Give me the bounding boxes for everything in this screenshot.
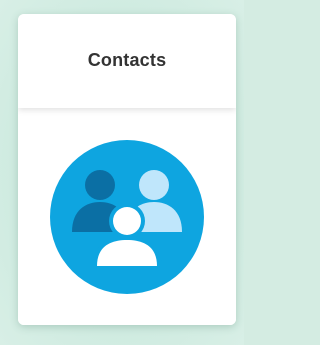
tile-header: Contacts xyxy=(18,14,236,108)
contacts-people-icon xyxy=(50,140,204,294)
tile-body xyxy=(18,108,236,325)
contacts-tile[interactable]: Contacts xyxy=(18,14,236,325)
tile-title: Contacts xyxy=(87,49,167,70)
